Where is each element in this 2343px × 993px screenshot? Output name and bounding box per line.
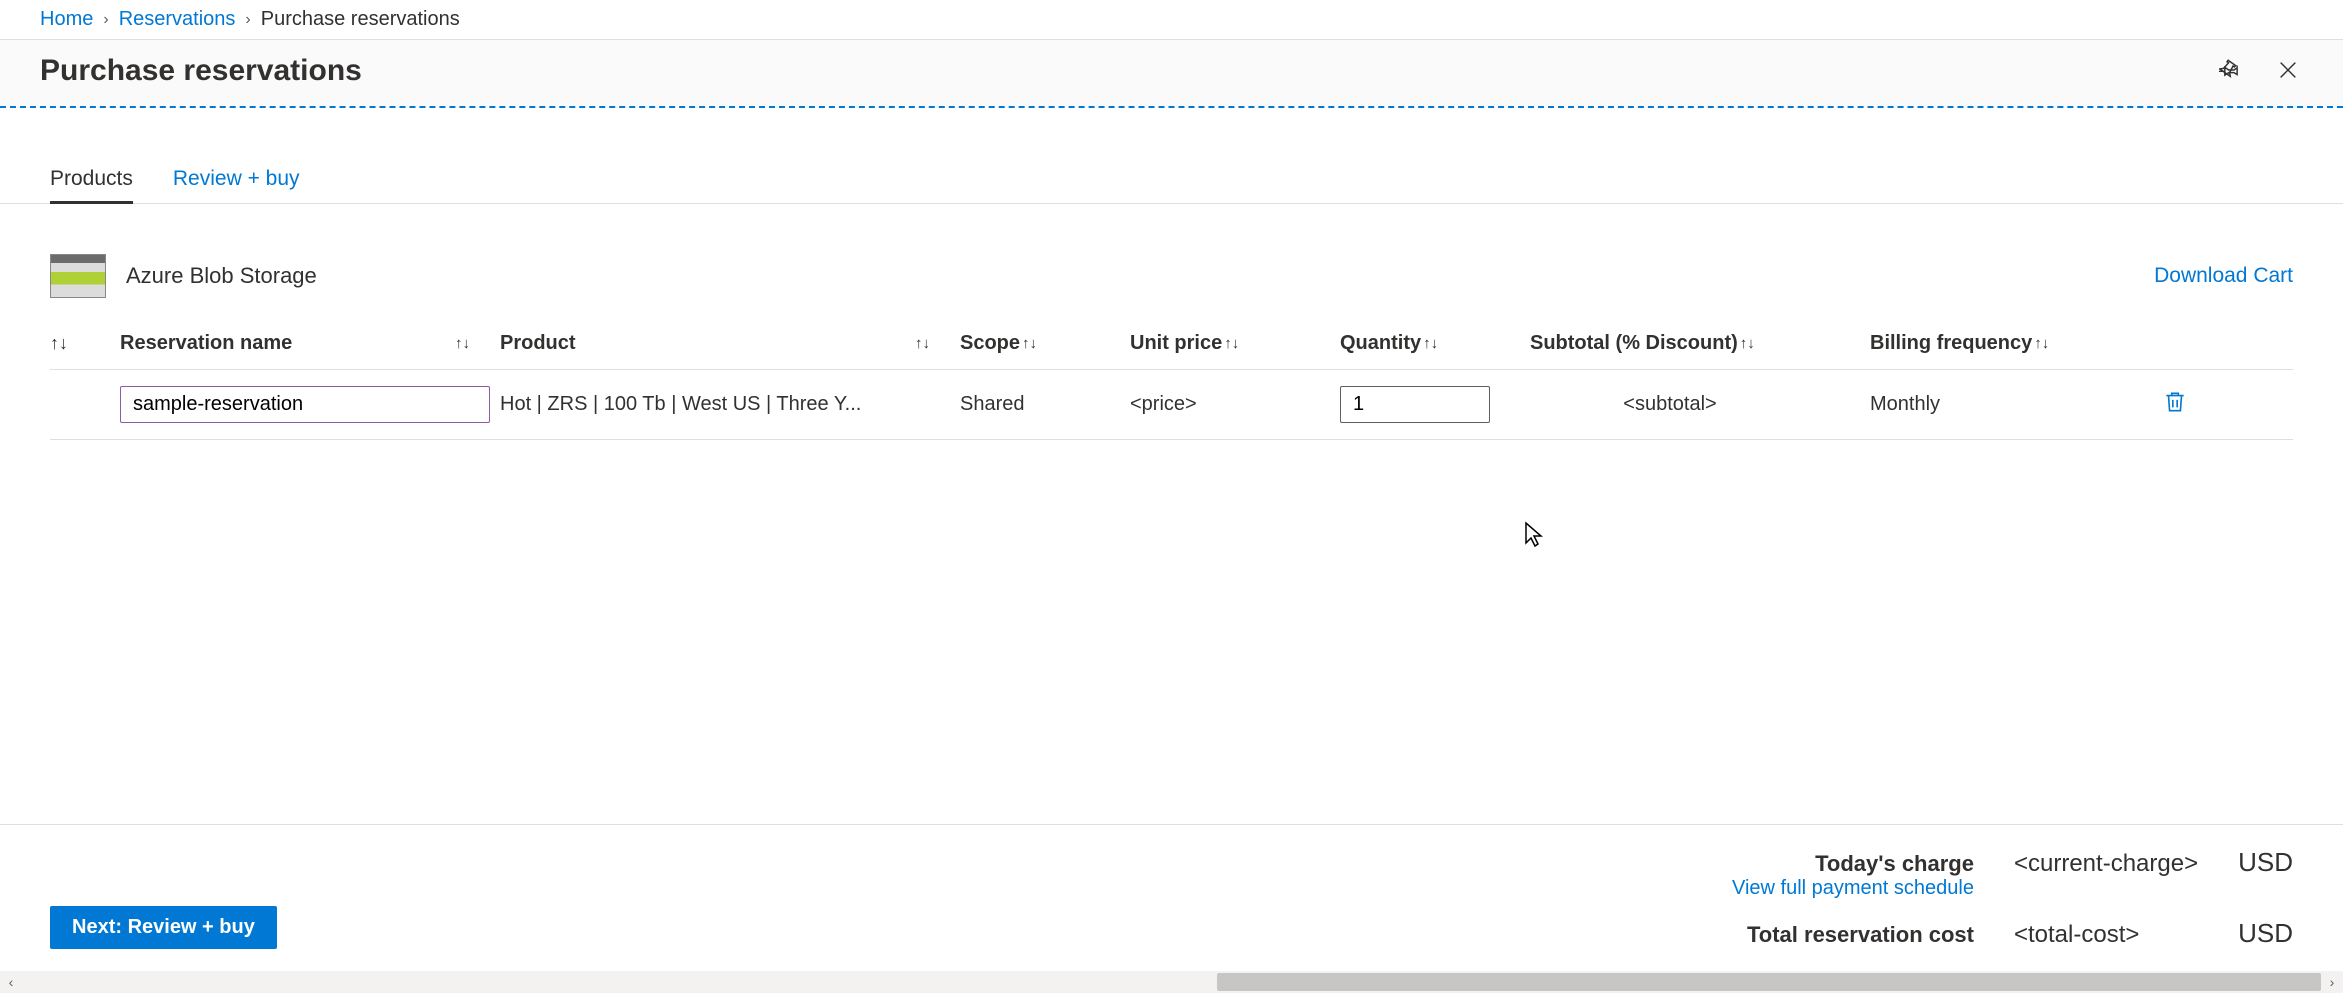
sort-handle-icon[interactable]: ↑↓ bbox=[50, 333, 68, 354]
col-label: Reservation name bbox=[120, 332, 292, 355]
product-cell: Hot | ZRS | 100 Tb | West US | Three Y..… bbox=[500, 393, 960, 416]
billing-frequency-cell: Monthly bbox=[1870, 393, 2130, 416]
page-title: Purchase reservations bbox=[40, 54, 362, 88]
col-label: Product bbox=[500, 332, 576, 355]
breadcrumb-home[interactable]: Home bbox=[40, 8, 93, 31]
close-button[interactable] bbox=[2273, 55, 2303, 88]
tab-review-buy[interactable]: Review + buy bbox=[173, 159, 300, 204]
col-subtotal[interactable]: Subtotal (% Discount) ↑↓ bbox=[1530, 332, 1870, 355]
breadcrumb-reservations[interactable]: Reservations bbox=[119, 8, 236, 31]
scroll-right-icon[interactable]: › bbox=[2321, 974, 2343, 990]
total-cost-value: <total-cost> bbox=[2014, 921, 2198, 949]
trash-icon bbox=[2162, 389, 2188, 415]
service-header: Azure Blob Storage Download Cart bbox=[0, 204, 2343, 318]
today-charge-label: Today's charge bbox=[1732, 851, 1974, 877]
scroll-left-icon[interactable]: ‹ bbox=[0, 974, 22, 990]
pin-button[interactable] bbox=[2215, 55, 2245, 88]
blob-storage-icon bbox=[50, 254, 106, 298]
cost-summary: Today's charge View full payment schedul… bbox=[1732, 847, 2293, 949]
title-bar: Purchase reservations bbox=[0, 40, 2343, 108]
table-header-row: ↑↓ Reservation name ↑↓ Product ↑↓ Scope … bbox=[50, 318, 2293, 370]
total-cost-label: Total reservation cost bbox=[1732, 922, 1974, 948]
sort-icon: ↑↓ bbox=[1022, 335, 1037, 352]
col-label: Scope bbox=[960, 332, 1020, 355]
tab-products[interactable]: Products bbox=[50, 159, 133, 204]
sort-icon: ↑↓ bbox=[455, 335, 470, 352]
tabs: Products Review + buy bbox=[0, 158, 2343, 204]
delete-row-button[interactable] bbox=[2162, 389, 2188, 418]
chevron-right-icon: › bbox=[245, 11, 250, 29]
col-quantity[interactable]: Quantity ↑↓ bbox=[1340, 332, 1530, 355]
horizontal-scrollbar[interactable]: ‹ › bbox=[0, 971, 2343, 993]
reservations-table: ↑↓ Reservation name ↑↓ Product ↑↓ Scope … bbox=[0, 318, 2343, 440]
sort-icon: ↑↓ bbox=[1224, 335, 1239, 352]
col-label: Subtotal (% Discount) bbox=[1530, 332, 1738, 355]
col-product[interactable]: Product ↑↓ bbox=[500, 332, 960, 355]
scroll-track[interactable] bbox=[22, 971, 2321, 993]
col-label: Billing frequency bbox=[1870, 332, 2032, 355]
today-charge-currency: USD bbox=[2238, 847, 2293, 878]
col-scope[interactable]: Scope ↑↓ bbox=[960, 332, 1130, 355]
breadcrumb: Home › Reservations › Purchase reservati… bbox=[0, 0, 2343, 40]
col-billing-frequency[interactable]: Billing frequency ↑↓ bbox=[1870, 332, 2130, 355]
sort-icon: ↑↓ bbox=[915, 335, 930, 352]
chevron-right-icon: › bbox=[103, 11, 108, 29]
scroll-thumb[interactable] bbox=[1217, 973, 2321, 991]
col-unit-price[interactable]: Unit price ↑↓ bbox=[1130, 332, 1340, 355]
next-review-buy-button[interactable]: Next: Review + buy bbox=[50, 906, 277, 949]
unit-price-cell: <price> bbox=[1130, 393, 1340, 416]
subtotal-cell: <subtotal> bbox=[1530, 393, 1870, 416]
total-cost-currency: USD bbox=[2238, 918, 2293, 949]
reservation-name-input[interactable] bbox=[120, 386, 490, 423]
today-charge-value: <current-charge> bbox=[2014, 850, 2198, 878]
col-label: Unit price bbox=[1130, 332, 1222, 355]
close-icon bbox=[2277, 59, 2299, 81]
col-reservation-name[interactable]: Reservation name ↑↓ bbox=[120, 332, 500, 355]
sort-icon: ↑↓ bbox=[2034, 335, 2049, 352]
pin-icon bbox=[2219, 59, 2241, 81]
col-label: Quantity bbox=[1340, 332, 1421, 355]
scope-cell: Shared bbox=[960, 393, 1130, 416]
download-cart-link[interactable]: Download Cart bbox=[2154, 264, 2293, 288]
sort-icon: ↑↓ bbox=[1423, 335, 1438, 352]
breadcrumb-current: Purchase reservations bbox=[261, 8, 460, 31]
mouse-cursor-icon bbox=[1524, 521, 1544, 549]
footer: Next: Review + buy Today's charge View f… bbox=[0, 824, 2343, 971]
table-row: Hot | ZRS | 100 Tb | West US | Three Y..… bbox=[50, 370, 2293, 440]
quantity-input[interactable] bbox=[1340, 386, 1490, 423]
view-payment-schedule-link[interactable]: View full payment schedule bbox=[1732, 877, 1974, 899]
service-name: Azure Blob Storage bbox=[126, 263, 317, 289]
sort-icon: ↑↓ bbox=[1740, 335, 1755, 352]
